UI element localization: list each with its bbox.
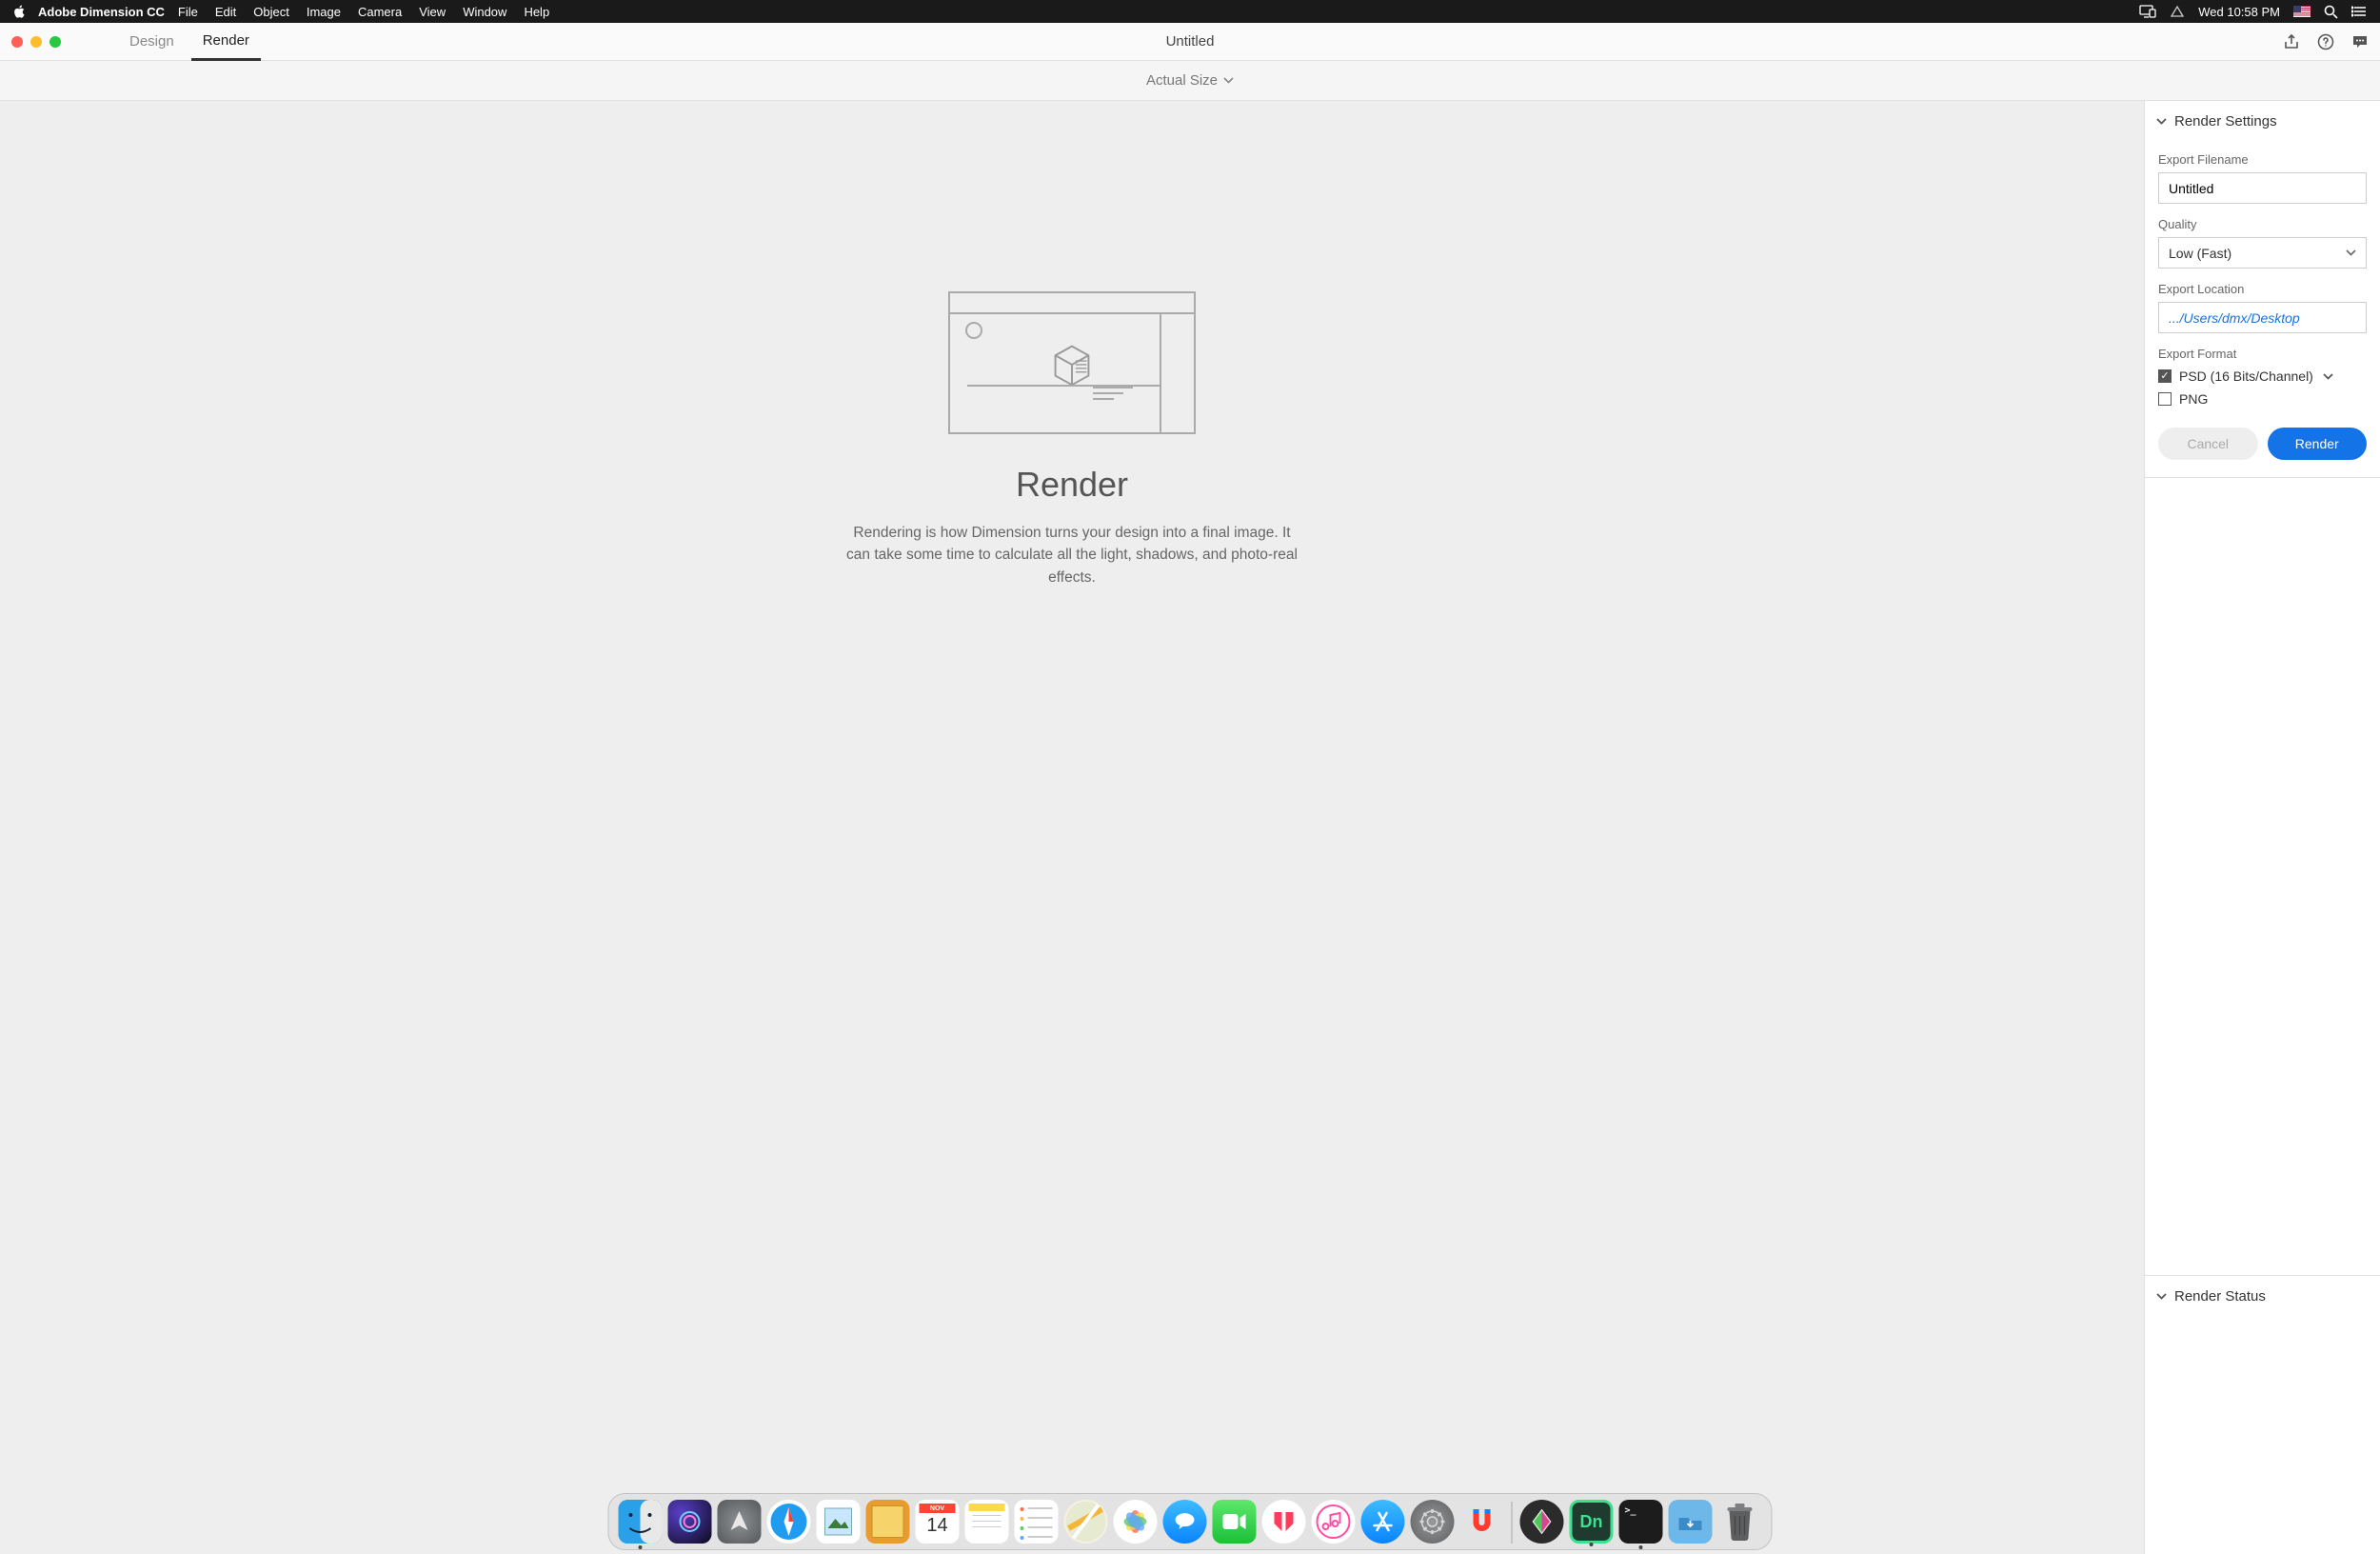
cancel-button[interactable]: Cancel [2158,428,2258,460]
dock-settings[interactable] [1411,1500,1455,1544]
dock-messages[interactable] [1163,1500,1207,1544]
zoom-label: Actual Size [1146,72,1218,89]
document-title: Untitled [1166,33,1215,50]
menu-camera[interactable]: Camera [358,5,402,19]
menu-view[interactable]: View [419,5,446,19]
share-icon[interactable] [2283,33,2300,50]
dock-preview[interactable] [817,1500,861,1544]
render-settings-section: Render Settings Export Filename Quality … [2145,101,2380,478]
dock-reminders[interactable] [1015,1500,1059,1544]
checkbox-checked-icon [2158,369,2172,383]
dock-separator [1512,1502,1513,1544]
chevron-down-icon [2156,1293,2167,1300]
screen-share-icon[interactable] [2139,5,2156,18]
chevron-down-icon [2346,249,2356,256]
render-status-section: Render Status [2145,1275,2380,1554]
checkbox-unchecked-icon [2158,392,2172,406]
dock-stickies[interactable] [866,1500,910,1544]
apple-logo-icon [13,5,27,18]
dock-maps[interactable] [1064,1500,1108,1544]
dock-facetime[interactable] [1213,1500,1257,1544]
app-name[interactable]: Adobe Dimension CC [38,5,165,19]
export-location-field[interactable]: .../Users/dmx/Desktop [2158,302,2367,333]
chevron-down-icon [1223,77,1234,84]
render-placeholder-illustration [948,291,1196,434]
app-window: Design Render Untitled Actual Size [0,23,2380,1554]
dock-creative-cloud[interactable] [1520,1500,1564,1544]
quality-label: Quality [2158,217,2367,231]
dock-calendar[interactable]: NOV14 [916,1500,960,1544]
tab-render[interactable]: Render [191,23,261,61]
export-location-label: Export Location [2158,282,2367,296]
mode-tabs: Design Render [118,23,261,61]
dock-itunes[interactable] [1312,1500,1356,1544]
menu-image[interactable]: Image [307,5,341,19]
macos-dock: NOV14 Dn >_ [608,1493,1773,1550]
zoom-dropdown[interactable]: Actual Size [1146,72,1234,89]
chevron-down-icon [2323,373,2333,380]
render-button[interactable]: Render [2268,428,2368,460]
tray-icon[interactable] [2170,5,2185,18]
dock-magnet[interactable] [1460,1500,1504,1544]
canvas-toolbar: Actual Size [0,61,2380,101]
dock-siri[interactable] [668,1500,712,1544]
export-filename-input[interactable] [2158,172,2367,204]
window-zoom-button[interactable] [50,36,61,48]
dock-terminal[interactable]: >_ [1619,1500,1663,1544]
input-source-flag-icon[interactable] [2293,6,2311,17]
dock-downloads[interactable] [1669,1500,1713,1544]
render-status-header[interactable]: Render Status [2145,1276,2380,1316]
stage-title: Render [1016,465,1128,505]
chevron-down-icon [2156,118,2167,125]
right-panel: Render Settings Export Filename Quality … [2144,101,2380,1554]
help-icon[interactable] [2317,33,2334,50]
menubar-list-icon[interactable] [2351,6,2367,17]
export-format-label: Export Format [2158,347,2367,361]
titlebar: Design Render Untitled [0,23,2380,61]
tab-design[interactable]: Design [118,23,186,61]
feedback-icon[interactable] [2351,33,2369,50]
dock-trash[interactable] [1718,1500,1762,1544]
menu-help[interactable]: Help [524,5,549,19]
menu-file[interactable]: File [178,5,198,19]
dock-notes[interactable] [965,1500,1009,1544]
menu-edit[interactable]: Edit [215,5,236,19]
format-psd-checkbox[interactable]: PSD (16 Bits/Channel) [2158,369,2367,384]
window-controls [11,36,61,48]
dock-launchpad[interactable] [718,1500,762,1544]
window-close-button[interactable] [11,36,23,48]
content-area: Render Rendering is how Dimension turns … [0,101,2380,1554]
export-filename-label: Export Filename [2158,152,2367,167]
dock-safari[interactable] [767,1500,811,1544]
quality-select[interactable]: Low (Fast) [2158,237,2367,269]
format-png-checkbox[interactable]: PNG [2158,391,2367,407]
menu-object[interactable]: Object [253,5,289,19]
dock-news[interactable] [1262,1500,1306,1544]
window-minimize-button[interactable] [30,36,42,48]
menubar-clock[interactable]: Wed 10:58 PM [2198,5,2280,19]
dock-appstore[interactable] [1361,1500,1405,1544]
render-settings-header[interactable]: Render Settings [2145,101,2380,141]
render-stage: Render Rendering is how Dimension turns … [0,101,2144,1554]
spotlight-search-icon[interactable] [2324,5,2338,19]
dock-photos[interactable] [1114,1500,1158,1544]
stage-description: Rendering is how Dimension turns your de… [843,522,1300,588]
dock-dimension[interactable]: Dn [1570,1500,1614,1544]
menu-window[interactable]: Window [463,5,506,19]
macos-menubar: Adobe Dimension CC File Edit Object Imag… [0,0,2380,23]
dock-finder[interactable] [619,1500,663,1544]
